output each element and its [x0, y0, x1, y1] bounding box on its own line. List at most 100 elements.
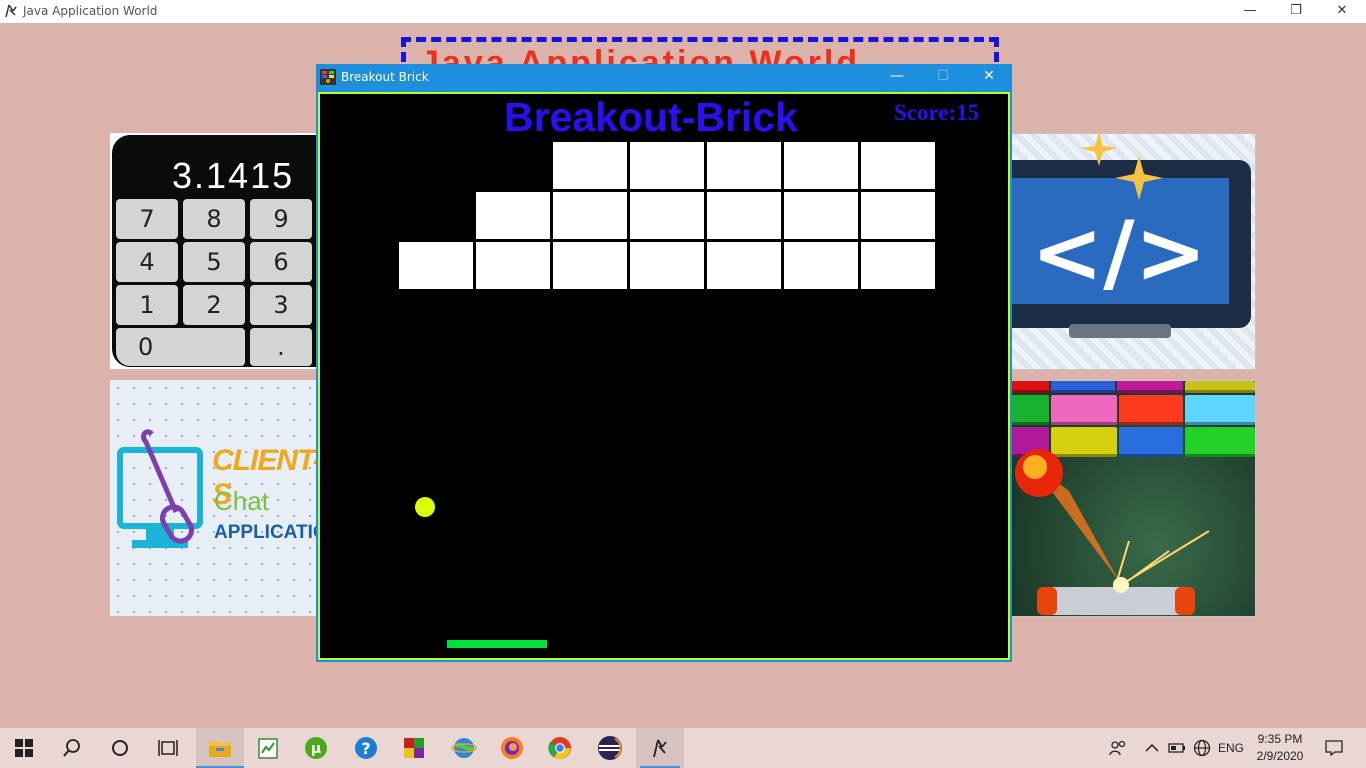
- taskbar-chrome[interactable]: [536, 728, 584, 768]
- taskbar-utorrent[interactable]: µ: [292, 728, 340, 768]
- help-icon: ?: [355, 737, 377, 759]
- brick: [707, 142, 781, 189]
- taskbar: µ ? ENG 9:35 PM 2/9/2020: [0, 728, 1366, 768]
- code-symbol: </>: [1031, 203, 1207, 303]
- brick: [861, 242, 935, 289]
- taskbar-file-explorer[interactable]: [196, 728, 244, 768]
- folder-icon: [209, 741, 231, 757]
- brick: [553, 192, 627, 239]
- brick: [784, 242, 858, 289]
- brick: [707, 192, 781, 239]
- app-title: Java Application World: [23, 4, 158, 18]
- globe-network-icon: [451, 738, 477, 758]
- java-app-taskbar-icon: [653, 739, 667, 758]
- calc-key-7: 7: [116, 199, 178, 239]
- svg-text:?: ?: [361, 739, 370, 758]
- search-button[interactable]: [48, 728, 96, 768]
- utorrent-icon: µ: [305, 737, 327, 759]
- calculator-tile[interactable]: 3.1415 7 8 9 4 5 6 1 2 3 0 .: [110, 133, 320, 369]
- search-icon: [63, 739, 80, 757]
- tray-show-hidden[interactable]: [1140, 728, 1164, 768]
- tray-battery[interactable]: [1165, 728, 1189, 768]
- calc-key-4: 4: [116, 242, 178, 282]
- brick: [553, 242, 627, 289]
- calc-key-6: 6: [250, 242, 312, 282]
- taskbar-eclipse[interactable]: [586, 728, 634, 768]
- taskbar-network-app[interactable]: [440, 728, 488, 768]
- java-app-icon: [5, 4, 17, 18]
- brick: [630, 242, 704, 289]
- breakout-window: Breakout Brick — ☐ ✕ Breakout-Brick Scor…: [316, 64, 1012, 662]
- app-titlebar: Java Application World — ❐ ✕: [0, 0, 1366, 23]
- game-heading: Breakout-Brick: [504, 94, 798, 140]
- calc-key-3: 3: [250, 285, 312, 325]
- calc-key-5: 5: [183, 242, 245, 282]
- code-laptop-icon: </>: [1009, 134, 1251, 338]
- chrome-icon: [548, 737, 571, 759]
- calculator-body: 3.1415 7 8 9 4 5 6 1 2 3 0 .: [112, 135, 320, 367]
- tray-network[interactable]: [1190, 728, 1214, 768]
- paddle[interactable]: [447, 640, 547, 648]
- breakout-art-tile[interactable]: [1008, 380, 1256, 617]
- breakout-app-icon: [320, 69, 336, 85]
- svg-text:µ: µ: [311, 741, 321, 757]
- language-indicator[interactable]: ENG: [1214, 728, 1248, 768]
- task-view-icon: [158, 740, 178, 756]
- ball: [415, 497, 435, 517]
- chevron-up-icon: [1145, 743, 1159, 752]
- calc-key-2: 2: [183, 285, 245, 325]
- windows-logo-icon: [15, 739, 33, 757]
- game-canvas[interactable]: Breakout-Brick Score:15: [318, 92, 1010, 660]
- eclipse-icon: [598, 736, 622, 760]
- game-maximize-button: ☐: [936, 68, 950, 84]
- brick: [861, 192, 935, 239]
- clock-time: 9:35 PM: [1257, 732, 1303, 746]
- brick: [399, 242, 473, 289]
- score-display: Score:15: [894, 100, 980, 125]
- clock[interactable]: 9:35 PM 2/9/2020: [1252, 731, 1308, 765]
- battery-icon: [1168, 743, 1185, 753]
- game-close-button[interactable]: ✕: [966, 64, 1012, 90]
- application-label: APPLICATION: [214, 522, 320, 543]
- brick: [784, 142, 858, 189]
- notepad-chart-icon: [258, 738, 278, 759]
- fireball-paddle-icon: [1015, 449, 1210, 615]
- client-chat-tile[interactable]: CLIENT-S Chat APPLICATION: [110, 380, 320, 616]
- calc-key-8: 8: [183, 199, 245, 239]
- breakout-titlebar[interactable]: Breakout Brick — ☐ ✕: [316, 64, 1012, 90]
- computer-mouse-icon: [117, 429, 203, 548]
- brick: [630, 192, 704, 239]
- action-center-button[interactable]: [1318, 728, 1350, 768]
- firefox-icon: [501, 737, 523, 759]
- close-button[interactable]: ✕: [1319, 0, 1365, 23]
- code-tile[interactable]: </>: [1008, 133, 1256, 370]
- calculator-display: 3.1415: [172, 155, 295, 196]
- cortana-icon: [112, 740, 128, 756]
- game-minimize-button[interactable]: —: [874, 64, 920, 90]
- taskbar-help[interactable]: ?: [342, 728, 390, 768]
- chat-label: Chat: [214, 486, 269, 516]
- start-button[interactable]: [0, 728, 48, 768]
- brick: [630, 142, 704, 189]
- cortana-button[interactable]: [96, 728, 144, 768]
- breakout-title: Breakout Brick: [341, 70, 429, 84]
- taskbar-java-app[interactable]: [636, 728, 684, 768]
- taskbar-winrar[interactable]: [390, 728, 438, 768]
- globe-icon: [1193, 739, 1211, 757]
- tray-people[interactable]: [1104, 728, 1132, 768]
- calc-key-9: 9: [250, 199, 312, 239]
- people-icon: [1109, 740, 1126, 756]
- taskbar-firefox[interactable]: [488, 728, 536, 768]
- minimize-button[interactable]: —: [1227, 0, 1273, 23]
- winrar-icon: [404, 738, 424, 758]
- clock-date: 2/9/2020: [1256, 749, 1304, 763]
- brick: [861, 142, 935, 189]
- brick: [553, 142, 627, 189]
- taskbar-notepad[interactable]: [244, 728, 292, 768]
- brick: [476, 242, 550, 289]
- notification-icon: [1325, 740, 1343, 756]
- task-view-button[interactable]: [144, 728, 192, 768]
- calc-key-dot: .: [250, 328, 312, 366]
- restore-button[interactable]: ❐: [1273, 0, 1319, 23]
- brick: [476, 192, 550, 239]
